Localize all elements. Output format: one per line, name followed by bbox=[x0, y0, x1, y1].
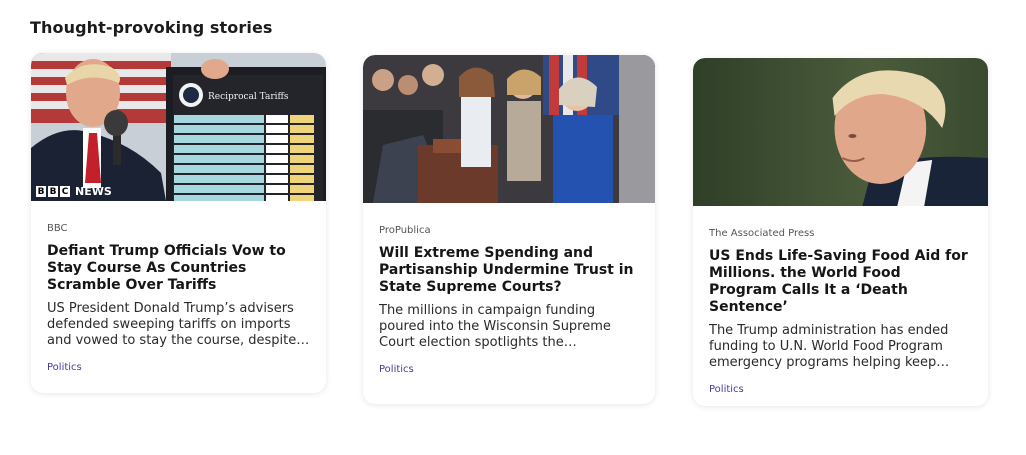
story-card-3[interactable]: The Associated Press US Ends Life-Saving… bbox=[693, 58, 988, 406]
story-card-1[interactable]: Reciprocal Tariffs B B C NEWS BBC Defian… bbox=[31, 53, 326, 393]
tariff-press-photo: Reciprocal Tariffs bbox=[31, 53, 326, 201]
story-image-3[interactable] bbox=[693, 58, 988, 206]
story-snippet: The millions in campaign funding poured … bbox=[379, 303, 611, 350]
logo-word-news: NEWS bbox=[75, 185, 112, 198]
story-image-2[interactable] bbox=[363, 55, 655, 203]
story-headline[interactable]: Defiant Trump Officials Vow to Stay Cour… bbox=[47, 243, 310, 294]
story-snippet: The Trump administration has ended fundi… bbox=[709, 323, 950, 370]
story-source: The Associated Press bbox=[709, 228, 815, 239]
story-headline[interactable]: US Ends Life-Saving Food Aid for Million… bbox=[709, 248, 972, 316]
story-card-2[interactable]: ProPublica Will Extreme Spending and Par… bbox=[363, 55, 655, 404]
bbc-news-logo: B B C NEWS bbox=[36, 185, 112, 198]
story-snippet: US President Donald Trump’s advisers def… bbox=[47, 301, 310, 348]
trump-portrait-photo bbox=[693, 58, 988, 206]
logo-letter-c: C bbox=[60, 186, 70, 197]
story-source: BBC bbox=[47, 223, 68, 234]
story-category-link[interactable]: Politics bbox=[47, 362, 310, 373]
reciprocal-tariffs-label: Reciprocal Tariffs bbox=[208, 92, 289, 102]
story-category-link[interactable]: Politics bbox=[709, 384, 972, 395]
story-category-link[interactable]: Politics bbox=[379, 364, 639, 375]
logo-letter-b1: B bbox=[36, 186, 46, 197]
election-night-crowd-photo bbox=[363, 55, 655, 203]
logo-letter-b2: B bbox=[48, 186, 58, 197]
story-image-1[interactable]: Reciprocal Tariffs B B C NEWS bbox=[31, 53, 326, 201]
story-source: ProPublica bbox=[379, 225, 431, 236]
section-title: Thought-provoking stories bbox=[30, 18, 273, 37]
story-headline[interactable]: Will Extreme Spending and Partisanship U… bbox=[379, 245, 639, 296]
